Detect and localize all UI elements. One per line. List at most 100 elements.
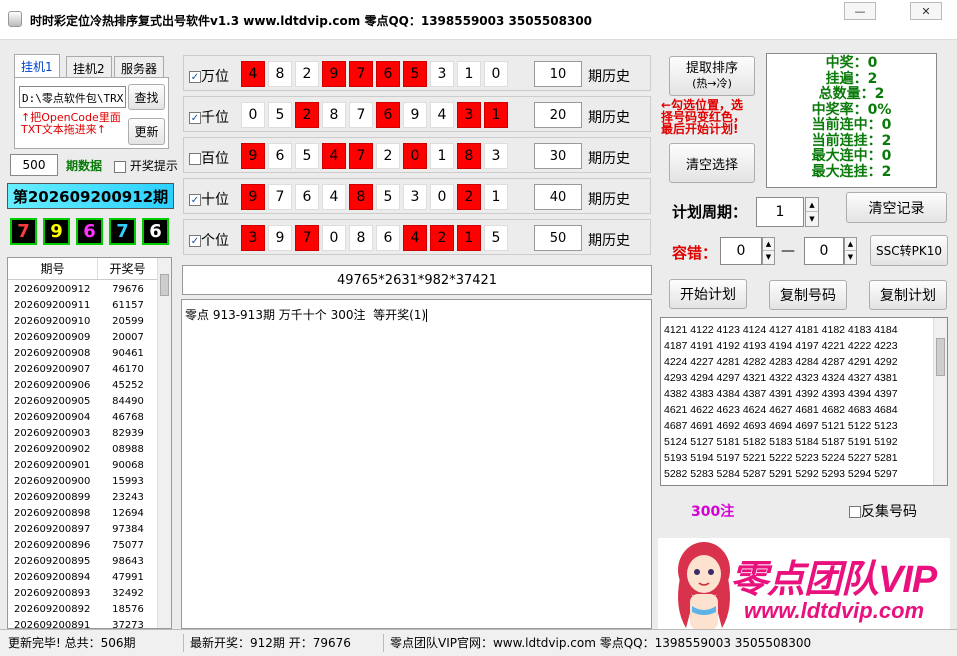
digit-cell[interactable]: 8 bbox=[457, 143, 481, 169]
position-check-box[interactable]: ✓ bbox=[189, 71, 201, 83]
history-row[interactable]: 202609200896 75077 bbox=[8, 538, 158, 554]
digit-cell[interactable]: 7 bbox=[349, 143, 373, 169]
spin-down-icon[interactable]: ▼ bbox=[763, 251, 774, 264]
history-count-input[interactable]: 40 bbox=[534, 184, 582, 210]
plan-period-input[interactable]: 1 bbox=[756, 197, 804, 227]
digit-cell[interactable]: 4 bbox=[241, 61, 265, 87]
history-count-input[interactable]: 30 bbox=[534, 143, 582, 169]
digit-cell[interactable]: 2 bbox=[295, 102, 319, 128]
history-row[interactable]: 202609200901 90068 bbox=[8, 458, 158, 474]
digit-cell[interactable]: 2 bbox=[457, 184, 481, 210]
find-button[interactable]: 查找 bbox=[128, 84, 165, 110]
digit-cell[interactable]: 9 bbox=[241, 143, 265, 169]
digit-cell[interactable]: 0 bbox=[322, 225, 346, 251]
digit-cell[interactable]: 0 bbox=[241, 102, 265, 128]
spin-up-icon[interactable]: ▲ bbox=[806, 198, 818, 212]
digit-cell[interactable]: 8 bbox=[349, 184, 373, 210]
ssc-to-pk10-button[interactable]: SSC转PK10 bbox=[870, 235, 948, 266]
history-scroll-thumb[interactable] bbox=[160, 274, 169, 296]
digit-cell[interactable]: 9 bbox=[322, 61, 346, 87]
digit-cell[interactable]: 3 bbox=[241, 225, 265, 251]
history-row[interactable]: 202609200892 18576 bbox=[8, 602, 158, 618]
tolerance-min-spinner[interactable]: ▲ ▼ bbox=[762, 237, 775, 265]
history-row[interactable]: 202609200894 47991 bbox=[8, 570, 158, 586]
digit-cell[interactable]: 8 bbox=[349, 225, 373, 251]
tab-server[interactable]: 服务器 bbox=[114, 56, 165, 78]
digit-cell[interactable]: 1 bbox=[457, 225, 481, 251]
tolerance-max-spinner[interactable]: ▲ ▼ bbox=[844, 237, 857, 265]
spin-up-icon[interactable]: ▲ bbox=[845, 238, 856, 251]
notify-checkbox[interactable]: 开奖提示 bbox=[114, 157, 178, 174]
history-row[interactable]: 202609200904 46768 bbox=[8, 410, 158, 426]
position-checkbox[interactable]: ✓ 千位 bbox=[189, 107, 229, 127]
digit-cell[interactable]: 5 bbox=[484, 225, 508, 251]
digit-cell[interactable]: 0 bbox=[484, 61, 508, 87]
digit-cell[interactable]: 4 bbox=[403, 225, 427, 251]
digit-cell[interactable]: 5 bbox=[295, 143, 319, 169]
digit-cell[interactable]: 5 bbox=[376, 184, 400, 210]
digit-cell[interactable]: 7 bbox=[295, 225, 319, 251]
digit-cell[interactable]: 0 bbox=[430, 184, 454, 210]
position-checkbox[interactable]: ✓ 万位 bbox=[189, 66, 229, 86]
digit-cell[interactable]: 6 bbox=[376, 102, 400, 128]
history-row[interactable]: 202609200898 12694 bbox=[8, 506, 158, 522]
digit-cell[interactable]: 1 bbox=[484, 102, 508, 128]
path-input[interactable]: D:\零点软件包\TRX bbox=[19, 86, 126, 108]
clear-selection-button[interactable]: 清空选择 bbox=[669, 143, 755, 183]
history-row[interactable]: 202609200897 97384 bbox=[8, 522, 158, 538]
digit-cell[interactable]: 0 bbox=[403, 143, 427, 169]
spin-down-icon[interactable]: ▼ bbox=[806, 212, 818, 226]
position-check-box[interactable]: ✓ bbox=[189, 112, 201, 124]
output-textarea[interactable]: 零点 913-913期 万千十个 300注 等开奖(1) bbox=[181, 299, 652, 629]
history-row[interactable]: 202609200891 37273 bbox=[8, 618, 158, 628]
history-row[interactable]: 202609200908 90461 bbox=[8, 346, 158, 362]
numbers-scrollbar[interactable] bbox=[933, 318, 947, 485]
position-checkbox[interactable]: ✓ 十位 bbox=[189, 189, 229, 209]
digit-cell[interactable]: 9 bbox=[241, 184, 265, 210]
digit-cell[interactable]: 2 bbox=[376, 143, 400, 169]
copy-plan-button[interactable]: 复制计划 bbox=[869, 280, 947, 310]
history-row[interactable]: 202609200905 84490 bbox=[8, 394, 158, 410]
digit-cell[interactable]: 1 bbox=[457, 61, 481, 87]
history-row[interactable]: 202609200903 82939 bbox=[8, 426, 158, 442]
digit-cell[interactable]: 5 bbox=[268, 102, 292, 128]
history-row[interactable]: 202609200912 79676 bbox=[8, 282, 158, 298]
digit-cell[interactable]: 1 bbox=[430, 143, 454, 169]
digit-cell[interactable]: 8 bbox=[322, 102, 346, 128]
digit-cell[interactable]: 7 bbox=[349, 102, 373, 128]
position-check-box[interactable] bbox=[189, 153, 201, 165]
notify-check-box[interactable] bbox=[114, 160, 126, 173]
history-count-input[interactable]: 20 bbox=[534, 102, 582, 128]
digit-cell[interactable]: 3 bbox=[457, 102, 481, 128]
digit-cell[interactable]: 4 bbox=[322, 143, 346, 169]
history-count-input[interactable]: 50 bbox=[534, 225, 582, 251]
digit-cell[interactable]: 3 bbox=[430, 61, 454, 87]
digit-cell[interactable]: 8 bbox=[268, 61, 292, 87]
digit-cell[interactable]: 3 bbox=[403, 184, 427, 210]
digit-cell[interactable]: 4 bbox=[430, 102, 454, 128]
history-row[interactable]: 202609200906 45252 bbox=[8, 378, 158, 394]
tab-hook1[interactable]: 挂机1 bbox=[14, 54, 60, 78]
minimize-button[interactable]: — bbox=[844, 2, 876, 20]
spin-down-icon[interactable]: ▼ bbox=[845, 251, 856, 264]
digit-cell[interactable]: 2 bbox=[295, 61, 319, 87]
digit-cell[interactable]: 1 bbox=[484, 184, 508, 210]
reverse-checkbox[interactable]: 反集号码 bbox=[849, 501, 917, 521]
history-row[interactable]: 202609200902 08988 bbox=[8, 442, 158, 458]
history-row[interactable]: 202609200909 20007 bbox=[8, 330, 158, 346]
history-count-input[interactable]: 10 bbox=[534, 61, 582, 87]
position-check-box[interactable]: ✓ bbox=[189, 194, 201, 206]
spin-up-icon[interactable]: ▲ bbox=[763, 238, 774, 251]
clear-record-button[interactable]: 清空记录 bbox=[846, 192, 947, 223]
digit-cell[interactable]: 7 bbox=[349, 61, 373, 87]
history-row[interactable]: 202609200910 20599 bbox=[8, 314, 158, 330]
history-scrollbar[interactable] bbox=[157, 258, 171, 628]
history-row[interactable]: 202609200893 32492 bbox=[8, 586, 158, 602]
history-row[interactable]: 202609200911 61157 bbox=[8, 298, 158, 314]
digit-cell[interactable]: 5 bbox=[403, 61, 427, 87]
numbers-scroll-thumb[interactable] bbox=[936, 338, 945, 376]
ad-banner[interactable]: 零点团队VIP www.ldtdvip.com bbox=[658, 538, 950, 630]
history-row[interactable]: 202609200899 23243 bbox=[8, 490, 158, 506]
digit-cell[interactable]: 4 bbox=[322, 184, 346, 210]
digit-cell[interactable]: 6 bbox=[295, 184, 319, 210]
